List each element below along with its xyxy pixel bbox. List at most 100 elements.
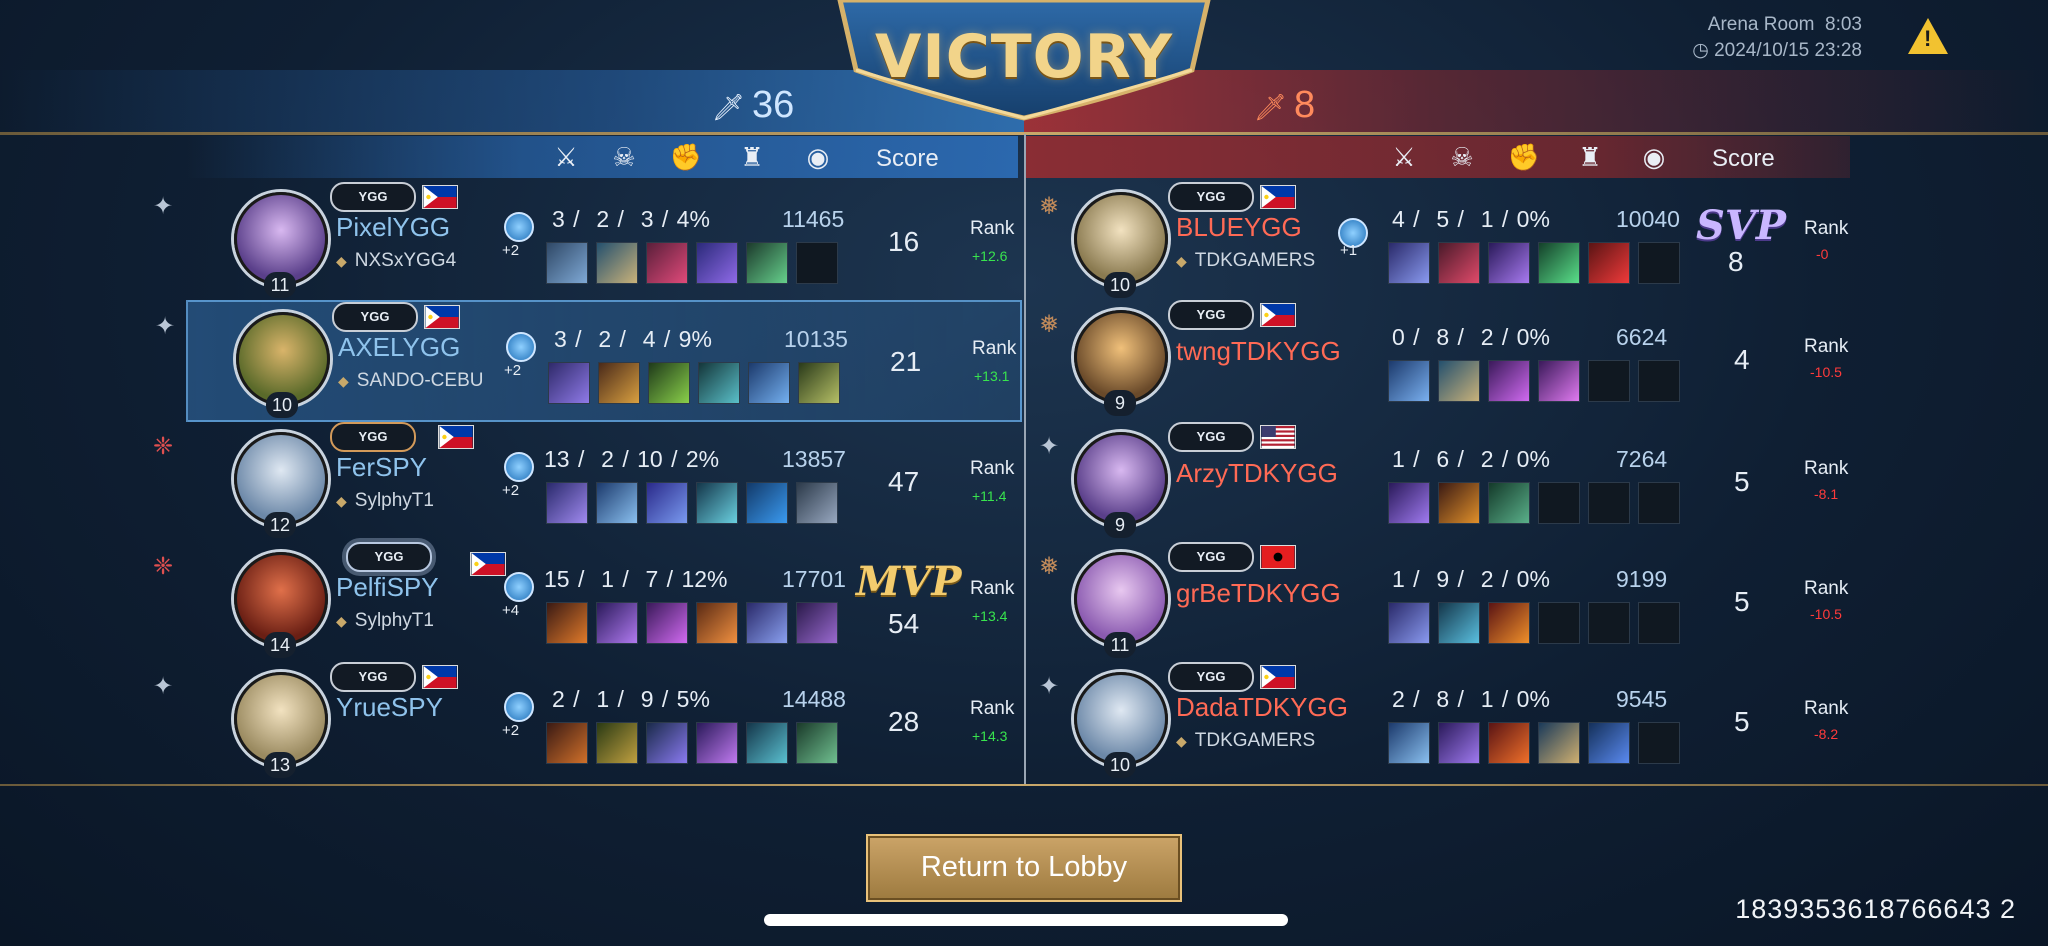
item-build xyxy=(546,722,838,764)
return-to-lobby-button[interactable]: Return to Lobby xyxy=(866,834,1182,902)
item-slot[interactable] xyxy=(546,242,588,284)
item-slot[interactable] xyxy=(796,482,838,524)
item-slot[interactable] xyxy=(596,242,638,284)
hero-level: 10 xyxy=(1104,272,1136,298)
player-name[interactable]: PixelYGG xyxy=(336,212,450,243)
player-name[interactable]: AXELYGG xyxy=(338,332,460,363)
item-slot[interactable] xyxy=(646,722,688,764)
item-slot[interactable] xyxy=(1388,722,1430,764)
item-slot[interactable] xyxy=(1438,242,1480,284)
victory-banner: VICTORY xyxy=(820,0,1228,122)
item-slot[interactable] xyxy=(696,242,738,284)
rank-label: Rank xyxy=(1804,218,1849,239)
item-slot[interactable] xyxy=(1388,360,1430,402)
item-slot[interactable] xyxy=(596,722,638,764)
item-slot[interactable] xyxy=(1388,482,1430,524)
player-row-red-3[interactable]: ✦ 9 YGG ArzyTDKYGG 1 / 6 / 2 / 0% 7264 5… xyxy=(1026,422,1858,540)
hero-level: 10 xyxy=(266,392,298,418)
item-slot[interactable] xyxy=(1588,722,1630,764)
item-slot[interactable] xyxy=(1538,722,1580,764)
hero-level: 14 xyxy=(264,632,296,658)
player-row-blue-3[interactable]: ❈ 12 YGG FerSPY SylphyT1 +2 13 / 2 / 10 … xyxy=(153,422,1018,540)
rank-change: -8.1 xyxy=(1814,486,1839,502)
item-slot[interactable] xyxy=(1538,242,1580,284)
kda-stats: 15 / 1 / 7 / 12% xyxy=(544,566,728,592)
player-row-blue-5[interactable]: ✦ 13 YGG YrueSPY +2 2 / 1 / 9 / 5% 14488… xyxy=(153,662,1018,780)
item-slot[interactable] xyxy=(596,602,638,644)
item-slot[interactable] xyxy=(746,602,788,644)
item-slot[interactable] xyxy=(1388,242,1430,284)
player-row-red-1[interactable]: ❅ 10 YGG BLUEYGG TDKGAMERS +1 4 / 5 / 1 … xyxy=(1026,182,1858,300)
item-slot[interactable] xyxy=(546,482,588,524)
item-slot[interactable] xyxy=(546,722,588,764)
player-name[interactable]: DadaTDKYGG xyxy=(1176,692,1348,723)
item-slot[interactable] xyxy=(1438,360,1480,402)
player-name[interactable]: PelfiSPY xyxy=(336,572,439,603)
item-slot[interactable] xyxy=(698,362,740,404)
player-row-red-2[interactable]: ❅ 9 YGG twngTDKYGG 0 / 8 / 2 / 0% 6624 4… xyxy=(1026,300,1858,418)
score-header: Score xyxy=(1712,145,1775,172)
player-score: 54 xyxy=(888,608,920,639)
player-row-blue-1[interactable]: ✦ 11 YGG PixelYGG NXSxYGG4 +2 3 / 2 / 3 … xyxy=(153,182,1018,300)
item-slot[interactable] xyxy=(1438,722,1480,764)
item-slot[interactable] xyxy=(1438,482,1480,524)
item-slot[interactable] xyxy=(1538,360,1580,402)
item-slot[interactable] xyxy=(1488,602,1530,644)
player-name[interactable]: FerSPY xyxy=(336,452,427,483)
item-slot[interactable] xyxy=(548,362,590,404)
item-slot[interactable] xyxy=(748,362,790,404)
item-slot[interactable] xyxy=(1488,242,1530,284)
item-slot[interactable] xyxy=(1488,360,1530,402)
player-name[interactable]: twngTDKYGG xyxy=(1176,336,1341,367)
player-name[interactable]: YrueSPY xyxy=(336,692,443,723)
player-row-blue-4[interactable]: ❈ 14 YGG PelfiSPY SylphyT1 +4 15 / 1 / 7… xyxy=(153,542,1018,660)
item-slot[interactable] xyxy=(648,362,690,404)
player-score: 4 xyxy=(1734,344,1750,375)
player-guild: TDKGAMERS xyxy=(1176,730,1315,752)
item-slot[interactable] xyxy=(1438,602,1480,644)
hero-level: 11 xyxy=(1104,632,1136,658)
player-row-red-4[interactable]: ❅ 11 YGG grBeTDKYGG 1 / 9 / 2 / 0% 9199 … xyxy=(1026,542,1858,660)
rank-badge-icon: ❈ xyxy=(152,553,174,580)
report-warning-icon[interactable]: ! xyxy=(1908,18,1948,54)
item-slot[interactable] xyxy=(646,602,688,644)
item-slot[interactable] xyxy=(596,482,638,524)
spell-icon xyxy=(504,212,534,242)
item-slot[interactable] xyxy=(746,722,788,764)
player-score: 8 xyxy=(1728,246,1744,277)
item-build xyxy=(1388,242,1680,284)
player-row-blue-2[interactable]: ✦ 10 YGG AXELYGG SANDO-CEBU +2 3 / 2 / 4… xyxy=(155,300,1022,422)
player-name[interactable]: ArzyTDKYGG xyxy=(1176,458,1338,489)
clan-badge: YGG xyxy=(1168,300,1254,330)
gold-icon: ◉ xyxy=(806,142,830,172)
player-row-red-5[interactable]: ✦ 10 YGG DadaTDKYGG TDKGAMERS 2 / 8 / 1 … xyxy=(1026,662,1858,780)
item-slot[interactable] xyxy=(646,482,688,524)
item-slot[interactable] xyxy=(796,722,838,764)
item-slot[interactable] xyxy=(1588,242,1630,284)
rank-change: +11.4 xyxy=(972,488,1007,504)
item-slot[interactable] xyxy=(798,362,840,404)
clock-icon: ◷ xyxy=(1692,40,1709,61)
item-slot[interactable] xyxy=(598,362,640,404)
item-slot[interactable] xyxy=(1488,482,1530,524)
player-name[interactable]: grBeTDKYGG xyxy=(1176,578,1341,609)
item-slot[interactable] xyxy=(746,482,788,524)
item-slot[interactable] xyxy=(696,722,738,764)
item-slot[interactable] xyxy=(696,482,738,524)
item-slot[interactable] xyxy=(1388,602,1430,644)
footer-divider xyxy=(0,784,2048,786)
item-slot[interactable] xyxy=(796,602,838,644)
item-build xyxy=(546,482,838,524)
player-guild: TDKGAMERS xyxy=(1176,250,1315,272)
gold-earned: 10135 xyxy=(784,326,848,352)
rank-label: Rank xyxy=(970,698,1015,719)
gold-earned: 11465 xyxy=(782,206,845,232)
item-slot[interactable] xyxy=(546,602,588,644)
item-slot[interactable] xyxy=(696,602,738,644)
item-slot[interactable] xyxy=(1488,722,1530,764)
player-name[interactable]: BLUEYGG xyxy=(1176,212,1302,243)
item-slot[interactable] xyxy=(646,242,688,284)
clan-badge: YGG xyxy=(1168,422,1254,452)
item-slot[interactable] xyxy=(746,242,788,284)
home-indicator[interactable] xyxy=(764,914,1288,926)
